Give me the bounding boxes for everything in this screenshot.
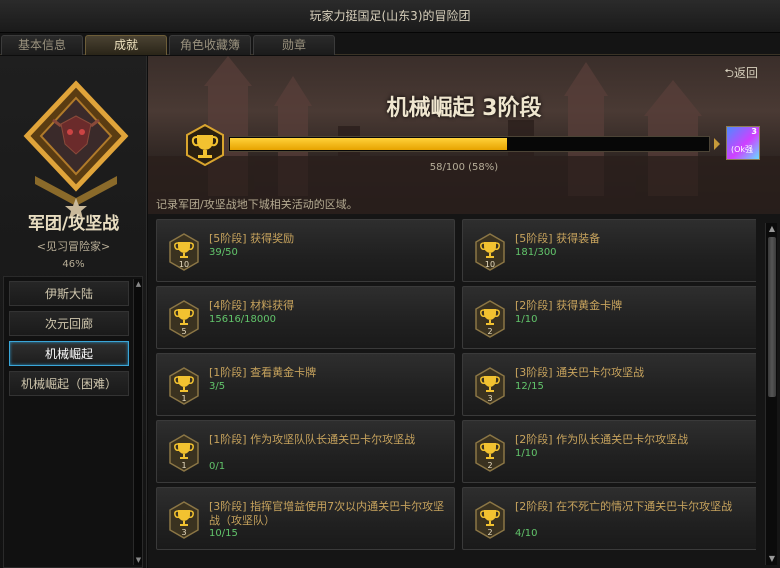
trophy-icon: 2	[475, 434, 505, 472]
trophy-icon: 2	[475, 501, 505, 539]
scroll-down-icon[interactable]: ▼	[768, 554, 776, 564]
achievement-card[interactable]: 3 [3阶段] 通关巴卡尔攻坚战 12/15	[462, 353, 756, 416]
achievement-tier: 2	[487, 461, 492, 470]
stage-progress-text: 58/100 (58%)	[429, 162, 499, 173]
return-icon: ⮌	[724, 66, 734, 80]
achievement-tier: 1	[181, 394, 186, 403]
stage-banner: ⮌返回 机械崛起 3阶段 3 (Ok强 58/100 (58%) 记录军团/攻坚…	[148, 56, 780, 214]
tab-bar: 基本信息 成就 角色收藏簿 勋章	[0, 33, 780, 55]
achievement-card[interactable]: 2 [2阶段] 获得黄金卡牌 1/10	[462, 286, 756, 349]
achievement-tier: 10	[179, 260, 189, 269]
reward-count: 3	[751, 127, 757, 136]
achievement-title: [2阶段] 在不死亡的情况下通关巴卡尔攻坚战	[515, 500, 733, 513]
trophy-icon: 5	[169, 300, 199, 338]
scroll-up-icon[interactable]: ▲	[768, 224, 776, 234]
achievement-title: [2阶段] 作为队长通关巴卡尔攻坚战	[515, 433, 689, 446]
achievement-tier: 2	[487, 528, 492, 537]
achievement-progress: 12/15	[515, 381, 544, 392]
achievement-progress: 3/5	[209, 381, 226, 392]
subcategory-item-mechanical-rise[interactable]: 机械崛起	[9, 341, 129, 366]
tab-basic-info[interactable]: 基本信息	[1, 35, 83, 55]
scroll-thumb[interactable]	[768, 237, 776, 397]
achievement-card[interactable]: 1 [1阶段] 作为攻坚队队长通关巴卡尔攻坚战 0/1	[156, 420, 455, 483]
achievement-tier: 3	[487, 394, 492, 403]
achievement-progress: 1/10	[515, 448, 538, 459]
subcategory-item-dimension-corridor[interactable]: 次元回廊	[9, 311, 129, 336]
category-description: 记录军团/攻坚战地下城相关活动的区域。	[156, 198, 358, 211]
tab-medals[interactable]: 勋章	[253, 35, 335, 55]
achievement-card[interactable]: 5 [4阶段] 材料获得 15616/18000	[156, 286, 455, 349]
achievement-title: [2阶段] 获得黄金卡牌	[515, 299, 623, 312]
trophy-icon: 10	[475, 233, 505, 271]
achievement-progress: 4/10	[515, 528, 538, 539]
subcategory-scrollbar[interactable]: ▲ ▼	[133, 279, 142, 565]
achievement-card[interactable]: 2 [2阶段] 在不死亡的情况下通关巴卡尔攻坚战 4/10	[462, 487, 756, 550]
achievement-card[interactable]: 3 [3阶段] 指挥官增益使用7次以内通关巴卡尔攻坚战（攻坚队） 10/15	[156, 487, 455, 550]
trophy-icon	[186, 124, 224, 166]
scroll-down-icon[interactable]: ▼	[135, 556, 142, 564]
achievement-progress: 0/1	[209, 461, 226, 472]
achievement-progress: 15616/18000	[209, 314, 276, 325]
achievement-tier: 10	[485, 260, 495, 269]
category-percent: 46%	[62, 259, 85, 270]
achievement-tier: 2	[487, 327, 492, 336]
progress-end-arrow-icon	[714, 138, 720, 150]
achievement-title: [3阶段] 指挥官增益使用7次以内通关巴卡尔攻坚战（攻坚队）	[209, 500, 445, 527]
trophy-icon: 3	[475, 367, 505, 405]
stage-title: 机械崛起 3阶段	[386, 96, 542, 121]
achievement-card[interactable]: 10 [5阶段] 获得奖励 39/50	[156, 219, 455, 282]
achievement-title: [4阶段] 材料获得	[209, 299, 295, 312]
achievement-title: [5阶段] 获得奖励	[209, 232, 295, 245]
castle-backdrop	[148, 56, 780, 214]
trophy-icon: 1	[169, 367, 199, 405]
scroll-up-icon[interactable]: ▲	[135, 280, 142, 288]
category-title: 军团/攻坚战	[27, 214, 120, 234]
achievement-title: [1阶段] 作为攻坚队队长通关巴卡尔攻坚战	[209, 433, 416, 446]
achievement-grid: 10 [5阶段] 获得奖励 39/50 10 [5阶段] 获得装备 181/300 5 [4阶…	[156, 219, 756, 568]
category-sidebar: 军团/攻坚战 <见习冒险家> 46% 伊斯大陆 次元回廊 机械崛起 机械崛起（困…	[0, 56, 147, 568]
stage-progress-bar	[228, 136, 710, 152]
achievement-scrollbar[interactable]: ▲ ▼	[765, 223, 777, 565]
achievement-title: [5阶段] 获得装备	[515, 232, 601, 245]
achievement-progress: 10/15	[209, 528, 238, 539]
subcategory-list: 伊斯大陆 次元回廊 机械崛起 机械崛起（困难） ▲ ▼	[3, 276, 143, 568]
trophy-icon: 3	[169, 501, 199, 539]
stage-progress-fill	[230, 138, 507, 150]
tab-character-collection[interactable]: 角色收藏簿	[169, 35, 251, 55]
achievement-title: [1阶段] 查看黄金卡牌	[209, 366, 317, 379]
return-button[interactable]: ⮌返回	[724, 64, 758, 85]
guild-crest-icon	[23, 80, 129, 219]
achievement-tier: 1	[181, 461, 186, 470]
trophy-icon: 2	[475, 300, 505, 338]
reward-caption: (Ok强	[731, 145, 754, 154]
achievement-card[interactable]: 1 [1阶段] 查看黄金卡牌 3/5	[156, 353, 455, 416]
achievement-card[interactable]: 2 [2阶段] 作为队长通关巴卡尔攻坚战 1/10	[462, 420, 756, 483]
trophy-icon: 10	[169, 233, 199, 271]
subcategory-item-ias-continent[interactable]: 伊斯大陆	[9, 281, 129, 306]
stage-reward-icon[interactable]: 3 (Ok强	[726, 126, 760, 160]
tab-achievements[interactable]: 成就	[85, 35, 167, 55]
achievement-progress: 1/10	[515, 314, 538, 325]
achievement-progress: 39/50	[209, 247, 238, 258]
subcategory-item-mechanical-rise-hard[interactable]: 机械崛起（困难）	[9, 371, 129, 396]
achievement-title: [3阶段] 通关巴卡尔攻坚战	[515, 366, 645, 379]
return-label: 返回	[733, 66, 758, 80]
achievement-panel: ⮌返回 机械崛起 3阶段 3 (Ok强 58/100 (58%) 记录军团/攻坚…	[148, 56, 780, 568]
adventurer-rank: <见习冒险家>	[36, 240, 111, 253]
achievement-card[interactable]: 10 [5阶段] 获得装备 181/300	[462, 219, 756, 282]
achievement-tier: 5	[181, 327, 186, 336]
achievement-tier: 3	[181, 528, 186, 537]
window-title: 玩家力挺国足(山东3)的冒险团	[0, 0, 780, 33]
trophy-icon: 1	[169, 434, 199, 472]
achievement-progress: 181/300	[515, 247, 557, 258]
